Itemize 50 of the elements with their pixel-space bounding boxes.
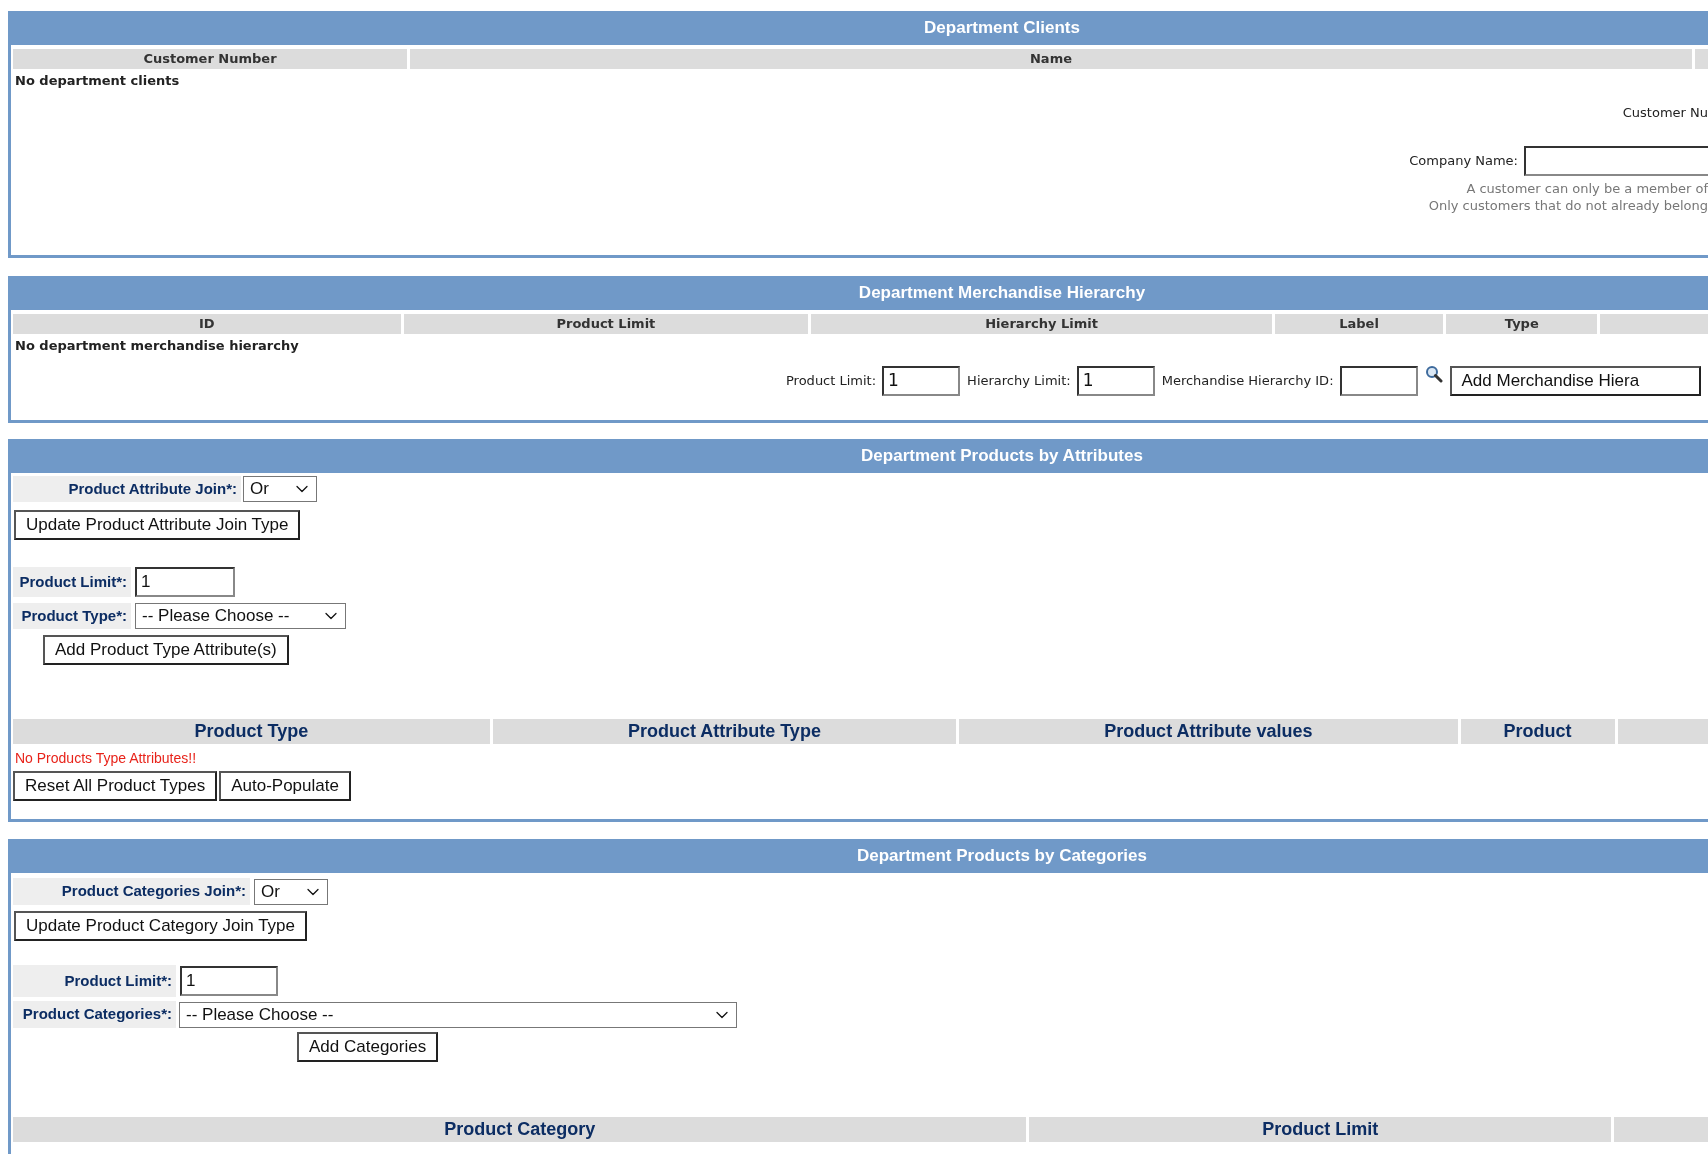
field-label: Product Limit: <box>786 371 877 390</box>
form-button[interactable]: Update Product Category Join Type <box>14 911 307 941</box>
column-header: Product Limit <box>1029 1117 1612 1142</box>
select-dropdown[interactable]: Or <box>243 476 317 502</box>
field-label: Hierarchy Limit: <box>967 371 1071 390</box>
form-button[interactable]: Add Merchandise Hiera <box>1449 365 1702 396</box>
column-header: Product Attribute values <box>959 719 1458 744</box>
search-icon <box>1424 364 1443 383</box>
column-header: Label <box>1275 314 1444 334</box>
field-label: Merchandise Hierarchy ID: <box>1161 371 1334 390</box>
select-dropdown[interactable]: Or <box>254 878 328 905</box>
field-label: Product Limit*: <box>13 965 176 997</box>
field-label: Product Limit*: <box>13 567 131 597</box>
column-header: Product Limit <box>403 314 809 334</box>
column-header: Product Category <box>13 1117 1027 1142</box>
section-header: Department Products by Attributes <box>8 439 1708 473</box>
empty-message: No department merchandise hierarchy <box>15 337 299 355</box>
column-header: Hierarchy Limit <box>811 314 1272 334</box>
field-label: Company Name: <box>1409 152 1518 171</box>
field-label: Product Categories*: <box>13 1001 176 1028</box>
select-dropdown[interactable]: -- Please Choose -- <box>179 1001 737 1028</box>
text-input[interactable] <box>1339 365 1418 396</box>
error-message: No Products Type Attributes!! <box>15 749 197 768</box>
field-label: Customer Nu <box>1622 103 1708 122</box>
form-button[interactable]: Add Product Type Attribute(s) <box>43 635 289 665</box>
form-button[interactable]: Auto-Populate <box>219 771 351 801</box>
select-dropdown[interactable]: -- Please Choose -- <box>135 603 346 629</box>
empty-message: No department clients <box>15 72 180 90</box>
text-input[interactable]: 1 <box>1076 365 1155 396</box>
section-header: Department Clients <box>8 11 1708 45</box>
column-header: Customer Number <box>13 49 407 69</box>
column-header: Name <box>410 49 1692 69</box>
column-header: Product <box>1460 719 1615 744</box>
form-button[interactable]: Reset All Product Types <box>13 771 218 801</box>
field-label: Product Attribute Join*: <box>13 476 241 502</box>
column-header: Product Type <box>13 719 490 744</box>
form-button[interactable]: Add Categories <box>297 1032 439 1062</box>
column-header: Product Attribute Type <box>492 719 957 744</box>
section-header: Department Products by Categories <box>8 839 1708 873</box>
section-header: Department Merchandise Hierarchy <box>8 276 1708 310</box>
help-text: A customer can only be a member of <box>1466 180 1708 197</box>
text-input[interactable]: 1 <box>882 365 961 396</box>
column-header: ID <box>13 314 401 334</box>
column-header: Type <box>1446 314 1598 334</box>
form-button[interactable]: Update Product Attribute Join Type <box>14 510 301 540</box>
help-text: Only customers that do not already belong <box>1428 197 1708 214</box>
field-label: Product Type*: <box>13 603 131 629</box>
field-label: Product Categories Join*: <box>13 878 250 905</box>
text-input[interactable]: 1 <box>135 567 235 597</box>
text-input[interactable]: 1 <box>180 966 278 996</box>
